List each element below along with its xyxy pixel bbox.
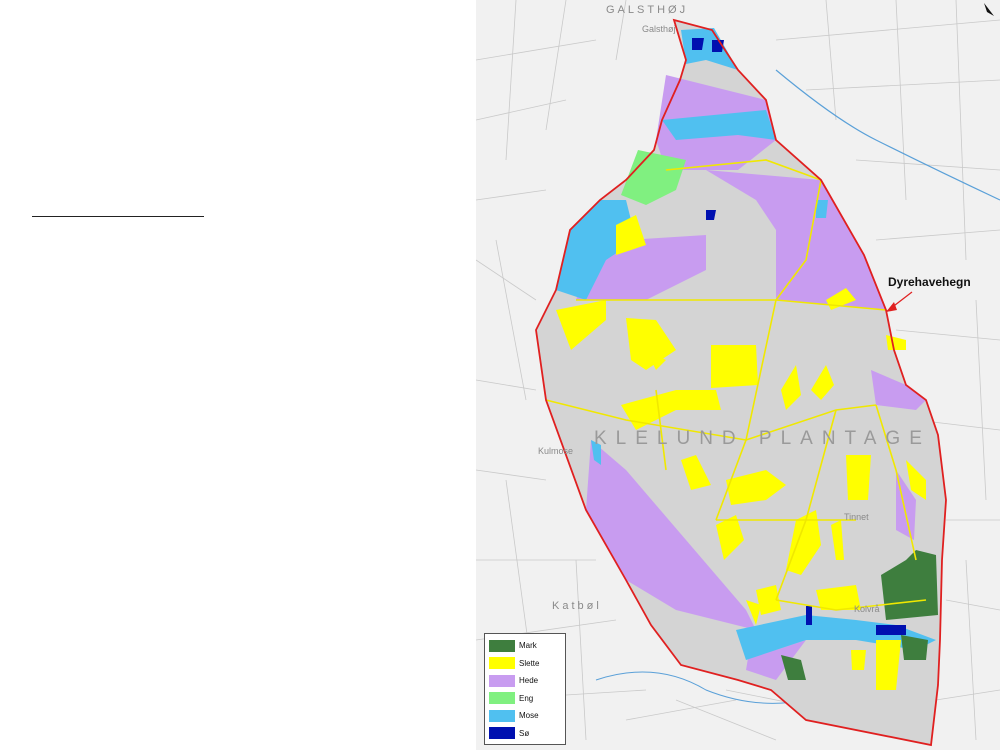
legend-item: Mark xyxy=(489,637,561,655)
place-label-katbol: Katbøl xyxy=(552,600,602,612)
map-legend: Mark Slette Hede Eng Mose Sø xyxy=(484,633,566,745)
legend-swatch xyxy=(489,657,515,670)
legend-item: Slette xyxy=(489,655,561,673)
divider-line xyxy=(32,216,204,217)
legend-label: Slette xyxy=(519,658,540,668)
map-panel[interactable]: GALSTHØJ Galsthøj KLELUND PLANTAGE Kulmo… xyxy=(476,0,1000,750)
north-arrow-icon xyxy=(982,2,996,18)
legend-label: Sø xyxy=(519,728,530,738)
legend-label: Hede xyxy=(519,676,539,686)
legend-label: Mose xyxy=(519,711,539,721)
legend-label: Eng xyxy=(519,693,534,703)
place-label-plantage: KLELUND PLANTAGE xyxy=(594,428,931,449)
legend-swatch xyxy=(489,709,515,722)
place-label-kulmose: Kulmose xyxy=(538,446,574,456)
legend-item: Sø xyxy=(489,725,561,743)
legend-swatch xyxy=(489,674,515,687)
place-label-tinnet: Tinnet xyxy=(844,512,869,522)
legend-item: Hede xyxy=(489,672,561,690)
legend-item: Eng xyxy=(489,690,561,708)
place-label-galsthoj: GALSTHØJ xyxy=(606,4,689,16)
annotation-label: Dyrehavehegn xyxy=(888,275,971,289)
place-label-kolvraa: Kolvrå xyxy=(854,604,880,614)
legend-label: Mark xyxy=(519,641,537,651)
legend-item: Mose xyxy=(489,707,561,725)
legend-swatch xyxy=(489,727,515,740)
annotation-arrow xyxy=(885,291,913,313)
legend-swatch xyxy=(489,639,515,652)
legend-swatch xyxy=(489,692,515,705)
place-label-galsthoj-small: Galsthøj xyxy=(642,24,676,34)
